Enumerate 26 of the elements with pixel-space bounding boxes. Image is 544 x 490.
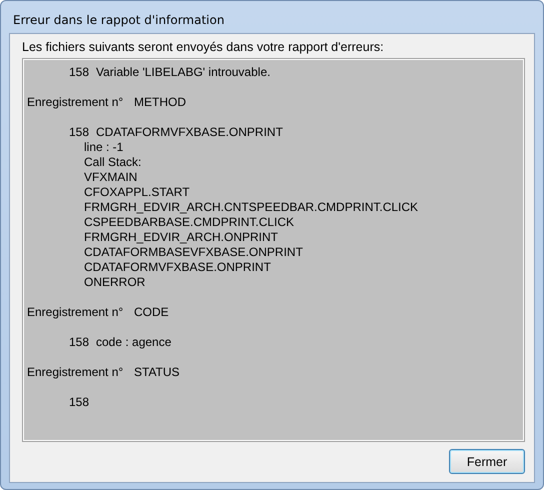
- window-title: Erreur dans le rappot d'information: [12, 12, 226, 29]
- record-name: STATUS: [134, 365, 180, 380]
- record-number: 158: [69, 395, 90, 410]
- report-line: CDATAFORMVFXBASE.ONPRINT: [96, 125, 283, 140]
- record-name: CODE: [134, 305, 169, 320]
- record-label: Enregistrement n°: [27, 305, 124, 320]
- report-line: ONERROR: [84, 275, 146, 290]
- report-line: FRMGRH_EDVIR_ARCH.CNTSPEEDBAR.CMDPRINT.CLICK: [84, 200, 418, 215]
- report-line: line : -1: [84, 140, 124, 155]
- record-name: METHOD: [134, 95, 186, 110]
- report-line: CDATAFORMVFXBASE.ONPRINT: [84, 260, 271, 275]
- record-number: 158: [69, 125, 90, 140]
- record-number: 158: [69, 335, 90, 350]
- record-number: 158: [69, 65, 90, 80]
- report-line: Call Stack:: [84, 155, 142, 170]
- report-line: VFXMAIN: [84, 170, 138, 185]
- report-line: CSPEEDBARBASE.CMDPRINT.CLICK: [84, 215, 294, 230]
- close-button[interactable]: Fermer: [449, 449, 525, 474]
- record-label: Enregistrement n°: [27, 365, 124, 380]
- record-label: Enregistrement n°: [27, 95, 124, 110]
- report-line: Variable 'LIBELABG' introuvable.: [96, 65, 270, 80]
- intro-text: Les fichiers suivants seront envoyés dans votre rapport d'erreurs:: [22, 40, 385, 54]
- report-line: FRMGRH_EDVIR_ARCH.ONPRINT: [84, 230, 278, 245]
- report-line: CDATAFORMBASEVFXBASE.ONPRINT: [84, 245, 303, 260]
- report-line: code : agence: [96, 335, 172, 350]
- report-line: CFOXAPPL.START: [84, 185, 190, 200]
